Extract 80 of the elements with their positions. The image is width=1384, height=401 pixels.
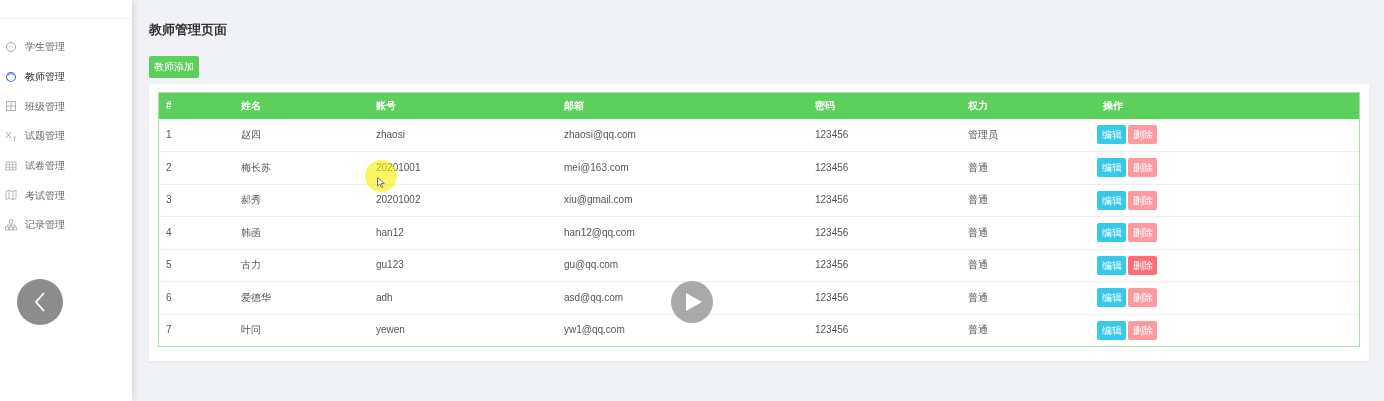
table-icon — [5, 159, 17, 172]
table-cell-text: zhaosi — [375, 128, 405, 141]
column-header: 权力 — [967, 99, 988, 113]
page-title: 教师管理页面 — [149, 21, 228, 39]
table-cell-text: 古力 — [240, 259, 261, 272]
table-cell-text: han12@qq.com — [563, 226, 635, 239]
table-cell-text: xiu@gmail.com — [563, 194, 633, 207]
table-cell-text: 6 — [165, 291, 172, 304]
hierarchy-icon — [5, 218, 17, 231]
edit-button[interactable]: 编辑 — [1097, 190, 1126, 210]
column-header: # — [165, 99, 172, 113]
table-cell-text: 普通 — [967, 291, 988, 304]
table-cell-text: 梅长苏 — [240, 161, 271, 174]
edit-button[interactable]: 编辑 — [1097, 288, 1126, 308]
table-cell-text: yw1@qq.com — [563, 324, 625, 337]
column-header: 邮箱 — [563, 99, 584, 113]
table-cell-text: 3 — [165, 194, 172, 207]
face-icon — [5, 40, 17, 53]
add-teacher-button[interactable]: 教师添加 — [149, 55, 199, 78]
sidebar-item[interactable]: 教师管理 — [0, 61, 132, 92]
delete-button[interactable]: 删除 — [1128, 320, 1157, 340]
column-header: 密码 — [814, 99, 835, 113]
column-header: 姓名 — [240, 99, 261, 113]
table-cell-text: 赵四 — [240, 128, 261, 141]
sidebar-item[interactable]: 班级管理 — [0, 91, 132, 122]
table-cell-text: 韩函 — [240, 226, 261, 239]
table-cell-text: 普通 — [967, 194, 988, 207]
table-cell-text: 1 — [165, 128, 172, 141]
sidebar-item[interactable]: 试卷管理 — [0, 150, 132, 181]
table-cell-text: mei@163.com — [563, 161, 629, 174]
table-cell-text: 123456 — [814, 324, 849, 337]
edit-button[interactable]: 编辑 — [1097, 255, 1126, 275]
table-cell-text: 123456 — [814, 128, 849, 141]
sidebar-item[interactable]: 试题管理 — [0, 121, 132, 151]
cursor-icon — [377, 177, 385, 188]
table-cell-text: zhaosi@qq.com — [563, 128, 636, 141]
table-cell-text: 普通 — [967, 259, 988, 272]
table-cell-text: 123456 — [814, 291, 849, 304]
table-cell-text: 2 — [165, 161, 172, 174]
play-icon — [685, 293, 702, 311]
chevron-left-icon — [34, 292, 46, 312]
table-cell-text: adh — [375, 291, 393, 304]
table-cell-text: 普通 — [967, 324, 988, 337]
sidebar-item[interactable]: 考试管理 — [0, 180, 132, 211]
table-cell-text: gu@qq.com — [563, 259, 619, 272]
table-cell-text: han12 — [375, 226, 404, 239]
delete-button[interactable]: 删除 — [1128, 125, 1157, 145]
delete-button[interactable]: 删除 — [1128, 223, 1157, 243]
table-cell-text: 123456 — [814, 194, 849, 207]
table-cell-text: 4 — [165, 226, 172, 239]
sidebar-item[interactable]: 学生管理 — [0, 32, 132, 62]
edit-button[interactable]: 编辑 — [1097, 320, 1126, 340]
table-cell-text: 郝秀 — [240, 194, 261, 207]
delete-button[interactable]: 删除 — [1128, 190, 1157, 210]
table-cell-text: 123456 — [814, 161, 849, 174]
table-cell-text: 123456 — [814, 226, 849, 239]
formula-icon — [5, 129, 17, 142]
map-icon — [5, 189, 17, 202]
table-cell-text: 爱德华 — [240, 291, 271, 304]
table-cell-text: 7 — [165, 324, 172, 337]
edit-button[interactable]: 编辑 — [1097, 125, 1126, 145]
table-cell-text: yewen — [375, 324, 405, 337]
edit-button[interactable]: 编辑 — [1097, 158, 1126, 178]
delete-button[interactable]: 删除 — [1128, 158, 1157, 178]
table-cell-text: 叶问 — [240, 324, 261, 337]
delete-button[interactable]: 删除 — [1128, 255, 1157, 275]
table-cell-text: gu123 — [375, 259, 404, 272]
table-cell-text: 普通 — [967, 226, 988, 239]
table-cell-text: asd@qq.com — [563, 291, 624, 304]
delete-button[interactable]: 删除 — [1128, 288, 1157, 308]
table-cell-text: 5 — [165, 259, 172, 272]
edit-button[interactable]: 编辑 — [1097, 223, 1126, 243]
grid-icon — [5, 100, 17, 113]
column-header: 操作 — [1102, 99, 1123, 113]
table-cell-text: 普通 — [967, 161, 988, 174]
sidebar-item[interactable]: 记录管理 — [0, 210, 132, 240]
table-cell-text: 123456 — [814, 259, 849, 272]
table-cell-text: 20201002 — [375, 194, 421, 207]
table-cell-text: 管理员 — [967, 128, 998, 141]
column-header: 账号 — [375, 99, 396, 113]
